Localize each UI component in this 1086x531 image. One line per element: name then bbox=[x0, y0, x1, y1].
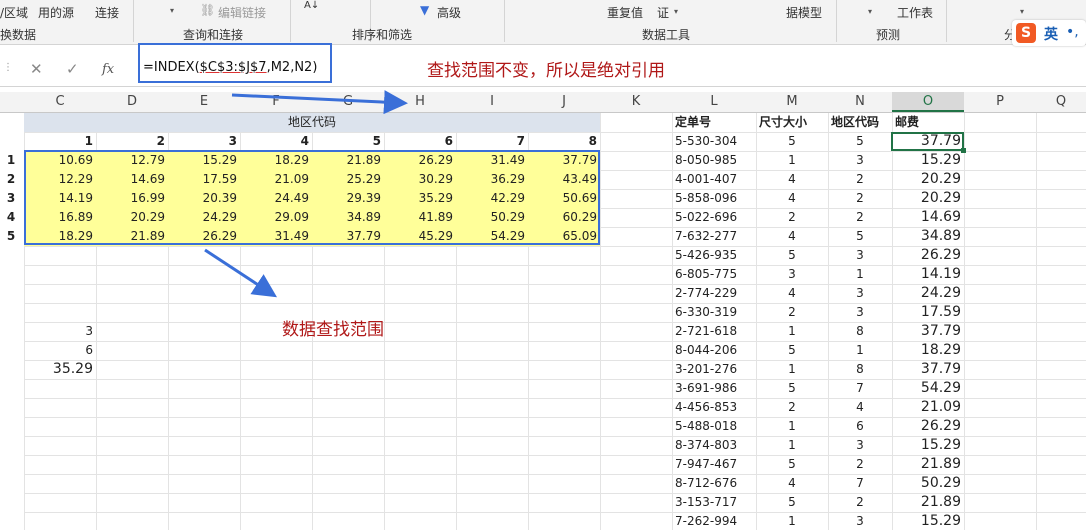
annotation-arrows bbox=[204, 90, 408, 298]
arrow-to-formula bbox=[231, 90, 408, 115]
arrow-to-range bbox=[204, 248, 278, 298]
